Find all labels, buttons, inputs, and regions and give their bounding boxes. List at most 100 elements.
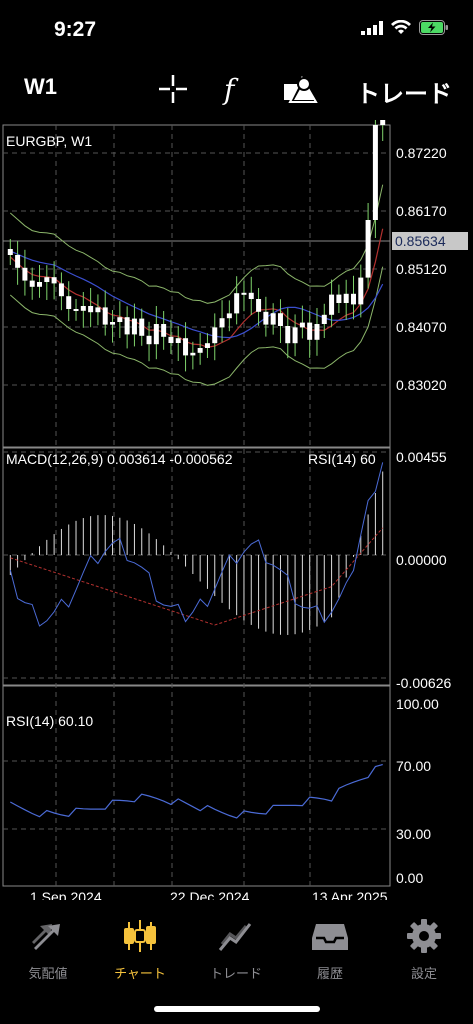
macd-tick-label: -0.00626 [396, 675, 451, 691]
candle-body [44, 277, 50, 282]
indicator-function-icon[interactable]: f [222, 72, 250, 106]
candle-body [146, 335, 152, 345]
candle-body [168, 336, 174, 343]
price-tick-label: 0.85120 [396, 261, 447, 277]
tab-trade[interactable]: トレード [196, 918, 276, 982]
candle-body [88, 306, 94, 313]
macd-label: MACD(12,26,9) 0.003614 -0.000562 [6, 451, 233, 467]
tab-settings-label: 設定 [410, 966, 437, 981]
candle-body [29, 280, 35, 287]
macd-tick-label: 0.00000 [396, 552, 447, 568]
tab-quotes-label: 気配値 [28, 966, 68, 981]
rsi-panel [10, 763, 383, 819]
candlesticks [7, 120, 386, 372]
candle-body [343, 293, 349, 303]
candle-body [22, 267, 28, 281]
candle-body [117, 317, 123, 322]
rsi-tick-label: 70.00 [396, 758, 431, 774]
macd-rsi-overlay-line [9, 462, 384, 627]
candle-body [66, 296, 72, 309]
candle-body [277, 313, 283, 326]
candle-body [139, 318, 145, 336]
tab-chart-label: チャート [114, 966, 166, 981]
objects-shapes-icon[interactable] [282, 72, 318, 106]
macd-tick-label: 0.00455 [396, 449, 447, 465]
tab-trade-label: トレード [209, 966, 262, 981]
candle-body [292, 327, 298, 344]
tab-history-label: 履歴 [316, 966, 343, 981]
tab-bar: 気配値 チャート トレード 履歴 設定 [0, 910, 473, 1000]
candle-body [197, 348, 203, 353]
chart-axes: 0.87220 0.86170 0.85120 0.84070 0.83020 0.856… [30, 145, 468, 900]
status-icons [361, 20, 449, 35]
candle-body [7, 249, 13, 255]
rsi-tick-label: 30.00 [396, 826, 431, 842]
moving-averages [9, 228, 384, 348]
candle-body [161, 324, 167, 337]
rsi-tick-label: 100.00 [396, 696, 439, 712]
candle-body [270, 313, 276, 325]
candlestick-icon [124, 920, 156, 952]
candle-body [234, 293, 240, 314]
price-tick-label: 0.83020 [396, 377, 447, 393]
home-indicator [154, 1006, 320, 1012]
macd-signal-line [10, 527, 384, 626]
svg-text:f: f [222, 73, 239, 106]
battery-charging-icon [419, 20, 448, 35]
rsi-line [10, 763, 383, 819]
price-tick-label: 0.86170 [396, 203, 447, 219]
rsi-label: RSI(14) 60.10 [6, 713, 93, 729]
price-tick-label: 0.87220 [396, 145, 447, 161]
candle-body [73, 309, 79, 311]
macd-panel [9, 462, 384, 635]
tab-history[interactable]: 履歴 [290, 918, 370, 982]
candle-body [226, 313, 232, 319]
price-tick-label: 0.84070 [396, 319, 447, 335]
candle-body [110, 322, 116, 325]
candle-body [380, 120, 386, 125]
candle-body [219, 318, 225, 328]
status-time: 9:27 [54, 18, 97, 41]
candle-body [285, 326, 291, 344]
candle-body [248, 292, 254, 299]
quotes-arrows-icon [32, 924, 60, 950]
cellular-signal-icon [361, 20, 383, 35]
tab-chart[interactable]: チャート [100, 918, 180, 982]
candle-body [80, 306, 86, 311]
bollinger-bands [9, 184, 384, 386]
candle-body [175, 338, 181, 343]
candle-body [183, 338, 189, 356]
ma-blue-line [10, 250, 384, 339]
candle-body [263, 311, 269, 325]
symbol-label: EURGBP, W1 [6, 133, 92, 149]
candle-body [131, 318, 137, 335]
trade-button[interactable]: トレード [356, 74, 452, 109]
candle-body [153, 324, 159, 345]
gear-icon [407, 919, 441, 953]
price-chart[interactable]: 0.87220 0.86170 0.85120 0.84070 0.83020 0.856… [0, 120, 473, 900]
rsi-overlay-label: RSI(14) 60 [308, 451, 376, 467]
timeframe-button[interactable]: W1 [24, 74, 57, 100]
candle-body [51, 277, 57, 284]
date-tick-label: 1 Sep 2024 [30, 889, 102, 900]
tab-settings[interactable]: 設定 [384, 918, 464, 982]
status-bar: 9:27 [0, 0, 473, 60]
candle-body [329, 294, 335, 315]
chart-toolbar: W1 f トレード [0, 62, 473, 118]
candle-body [58, 283, 64, 297]
tab-quotes[interactable]: 気配値 [8, 918, 88, 982]
candle-body [204, 343, 210, 348]
candle-body [190, 352, 196, 356]
rsi-tick-label: 0.00 [396, 870, 423, 886]
wifi-icon [391, 20, 411, 34]
date-tick-label: 13 Apr 2025 [312, 889, 388, 900]
ma-red-line [9, 228, 384, 348]
crosshair-icon[interactable] [156, 72, 190, 106]
upper-band [9, 184, 384, 304]
date-tick-label: 22 Dec 2024 [170, 889, 250, 900]
current-price-label: 0.85634 [395, 233, 446, 249]
candle-body [124, 317, 130, 335]
candle-body [350, 293, 356, 305]
candle-body [372, 125, 378, 220]
candle-body [365, 220, 371, 278]
